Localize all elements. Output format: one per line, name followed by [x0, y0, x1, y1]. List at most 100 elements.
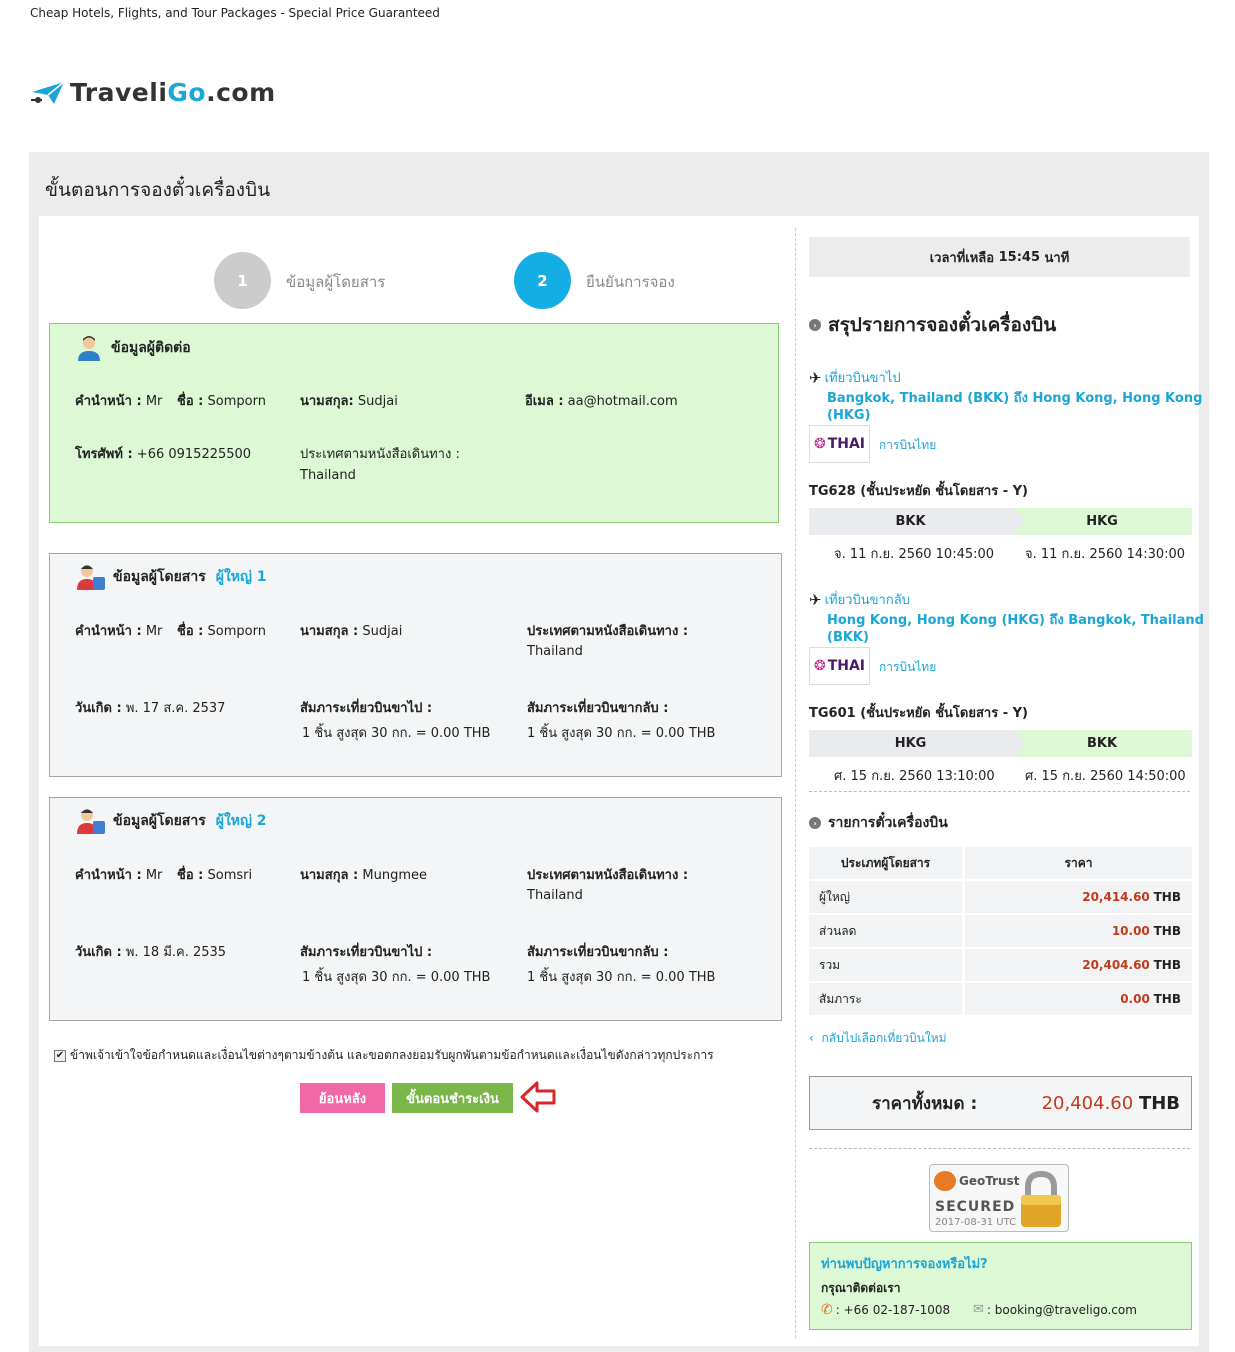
logo-text: TraveliGo.com	[70, 77, 276, 107]
passenger-2-bag-out-label: สัมภาระเที่ยวบินขาไป :	[300, 945, 433, 960]
passenger-1-bag-ret-label: สัมภาระเที่ยวบินขากลับ :	[527, 701, 669, 716]
passenger-2-passport: Thailand	[527, 888, 583, 903]
step-2-label: ยืนยันการจอง	[586, 273, 675, 291]
plane-icon: ✈	[809, 368, 822, 387]
passenger-2-bag-ret-label: สัมภาระเที่ยวบินขากลับ :	[527, 945, 669, 960]
step-2-circle: 2	[514, 252, 571, 309]
help-box: ท่านพบปัญหาการจองหรือไม่? กรุณาติดต่อเรา…	[809, 1242, 1192, 1330]
summary-title: › สรุปรายการจองตั๋วเครื่องบิน	[809, 310, 1056, 340]
total-price-box: ราคาทั้งหมด : 20,404.60 THB	[809, 1076, 1192, 1130]
help-email[interactable]: ✉: booking@traveligo.com	[973, 1302, 1137, 1317]
contact-email: อีเมล : aa@hotmail.com	[525, 394, 678, 409]
passenger-1-bag-out-label: สัมภาระเที่ยวบินขาไป :	[300, 701, 433, 716]
contact-phone: โทรศัพท์ : +66 0915225500	[75, 447, 252, 462]
help-phone[interactable]: ✆: +66 02-187-1008	[821, 1302, 950, 1318]
passenger-2-prefix: คำนำหน้า : Mr	[75, 868, 163, 883]
airline-logo-outbound: ❂ THAI	[809, 425, 870, 463]
row-amount: 20,414.60 THB	[962, 881, 1192, 913]
back-button[interactable]: ย้อนหลัง	[300, 1083, 385, 1113]
total-amount: 20,404.60 THB	[1041, 1092, 1180, 1114]
terms-agreement: ✔ ข้าพเจ้าเข้าใจข้อกำหนดและเงื่อนไขต่างๆ…	[54, 1046, 714, 1065]
plane-logo-icon	[31, 81, 65, 104]
row-amount: 20,404.60 THB	[962, 949, 1192, 981]
phone-icon: ✆	[821, 1302, 833, 1318]
passenger-2-first-name: ชื่อ : Somsri	[177, 868, 253, 883]
passenger-2-dob: วันเกิด : พ. 18 มี.ค. 2535	[75, 945, 227, 960]
passenger-1-passport: Thailand	[527, 644, 583, 659]
outbound-arrival: จ. 11 ก.ย. 2560 14:30:00	[1025, 547, 1186, 562]
return-segment: HKG BKK	[809, 730, 1192, 757]
return-from: HKG	[809, 730, 1026, 757]
lock-icon	[1021, 1171, 1061, 1227]
price-table: ประเภทผู้โดยสาร ราคา ผู้ใหญ่ 20,414.60 T…	[809, 845, 1192, 1017]
passenger-1-heading: ข้อมูลผู้โดยสาร ผู้ใหญ่ 1	[75, 563, 267, 591]
help-subtitle: กรุณาติดต่อเรา	[821, 1281, 901, 1295]
col-price-header: ราคา	[962, 847, 1192, 879]
return-arrival: ศ. 15 ก.ย. 2560 14:50:00	[1025, 769, 1186, 784]
terms-checkbox[interactable]: ✔	[54, 1049, 66, 1062]
secured-date: 2017-08-31 UTC	[935, 1217, 1017, 1228]
site-logo[interactable]: TraveliGo.com	[30, 76, 276, 108]
plane-icon: ✈	[809, 590, 822, 609]
return-label: ✈ เที่ยวบินขากลับ	[809, 590, 910, 609]
passenger-icon	[77, 565, 105, 590]
contact-person-icon	[78, 336, 100, 361]
passenger-1-last-name: นามสกุล : Sudjai	[300, 624, 403, 639]
passenger-2-bag-ret: 1 ชิ้น สูงสุด 30 กก. = 0.00 THB	[527, 970, 716, 985]
passenger-2-heading: ข้อมูลผู้โดยสาร ผู้ใหญ่ 2	[75, 807, 267, 835]
help-title: ท่านพบปัญหาการจองหรือไม่?	[821, 1257, 988, 1272]
page-title: ขั้นตอนการจองตั๋วเครื่องบิน	[45, 179, 271, 201]
secured-text: SECURED	[935, 1199, 1016, 1215]
passenger-1-passport-label: ประเทศตามหนังสือเดินทาง :	[527, 624, 689, 639]
airline-name-return: การบินไทย	[879, 660, 937, 674]
tickets-title: › รายการตั๋วเครื่องบิน	[809, 812, 948, 834]
outbound-to: HKG	[1012, 508, 1192, 535]
return-departure: ศ. 15 ก.ย. 2560 13:10:00	[834, 769, 995, 784]
contact-last-name: นามสกุล: Sudjai	[300, 394, 398, 409]
passenger-2-passport-label: ประเทศตามหนังสือเดินทาง :	[527, 868, 689, 883]
column-divider	[795, 228, 796, 1338]
total-label: ราคาทั้งหมด :	[872, 1093, 978, 1114]
return-to: BKK	[1012, 730, 1192, 757]
outbound-flight-number: TG628 (ชั้นประหยัด ชั้นโดยสาร - Y)	[809, 484, 1028, 499]
passenger-1-dob: วันเกิด : พ. 17 ส.ค. 2537	[75, 701, 226, 716]
bullet-icon: ›	[809, 817, 821, 829]
table-row: ผู้ใหญ่ 20,414.60 THB	[809, 881, 1192, 913]
contact-passport-label: ประเทศตามหนังสือเดินทาง :	[300, 447, 460, 462]
divider	[809, 791, 1190, 792]
geotrust-seal[interactable]: GeoTrust SECURED 2017-08-31 UTC	[929, 1164, 1069, 1232]
airline-logo-return: ❂ THAI	[809, 647, 870, 685]
return-route: Hong Kong, Hong Kong (HKG) ถึง Bangkok, …	[827, 613, 1204, 645]
passenger-2-bag-out: 1 ชิ้น สูงสุด 30 กก. = 0.00 THB	[302, 970, 491, 985]
row-amount: 10.00 THB	[962, 915, 1192, 947]
row-label: รวม	[809, 949, 962, 981]
row-label: สัมภาระ	[809, 983, 962, 1015]
col-type-header: ประเภทผู้โดยสาร	[809, 847, 962, 879]
passenger-icon	[77, 809, 105, 834]
contact-first-name: ชื่อ : Somporn	[177, 394, 266, 409]
passenger-1-bag-out: 1 ชิ้น สูงสุด 30 กก. = 0.00 THB	[302, 726, 491, 741]
bullet-icon: ›	[809, 319, 821, 331]
outbound-departure: จ. 11 ก.ย. 2560 10:45:00	[834, 547, 995, 562]
price-header: ประเภทผู้โดยสาร ราคา	[809, 847, 1192, 879]
table-row: รวม 20,404.60 THB	[809, 949, 1192, 981]
passenger-2-last-name: นามสกุล : Mungmee	[300, 868, 428, 883]
passenger-1-first-name: ชื่อ : Somporn	[177, 624, 266, 639]
step-1-circle: 1	[214, 252, 271, 309]
countdown-timer: เวลาที่เหลือ 15:45 นาที	[809, 237, 1190, 277]
passenger-1-bag-ret: 1 ชิ้น สูงสุด 30 กก. = 0.00 THB	[527, 726, 716, 741]
table-row: ส่วนลด 10.00 THB	[809, 915, 1192, 947]
divider	[809, 1148, 1190, 1149]
outbound-from: BKK	[809, 508, 1026, 535]
row-label: ผู้ใหญ่	[809, 881, 962, 913]
site-tagline: Cheap Hotels, Flights, and Tour Packages…	[30, 6, 440, 20]
return-flight-number: TG601 (ชั้นประหยัด ชั้นโดยสาร - Y)	[809, 706, 1028, 721]
back-to-flights-link[interactable]: ‹ กลับไปเลือกเที่ยวบินใหม่	[809, 1029, 947, 1048]
pay-button[interactable]: ขั้นตอนชำระเงิน	[392, 1083, 513, 1113]
outbound-segment: BKK HKG	[809, 508, 1192, 535]
table-row: สัมภาระ 0.00 THB	[809, 983, 1192, 1015]
row-amount: 0.00 THB	[962, 983, 1192, 1015]
contact-passport-value: Thailand	[300, 468, 356, 483]
outbound-route: Bangkok, Thailand (BKK) ถึง Hong Kong, H…	[827, 391, 1203, 423]
terms-text: ข้าพเจ้าเข้าใจข้อกำหนดและเงื่อนไขต่างๆตา…	[70, 1048, 714, 1062]
